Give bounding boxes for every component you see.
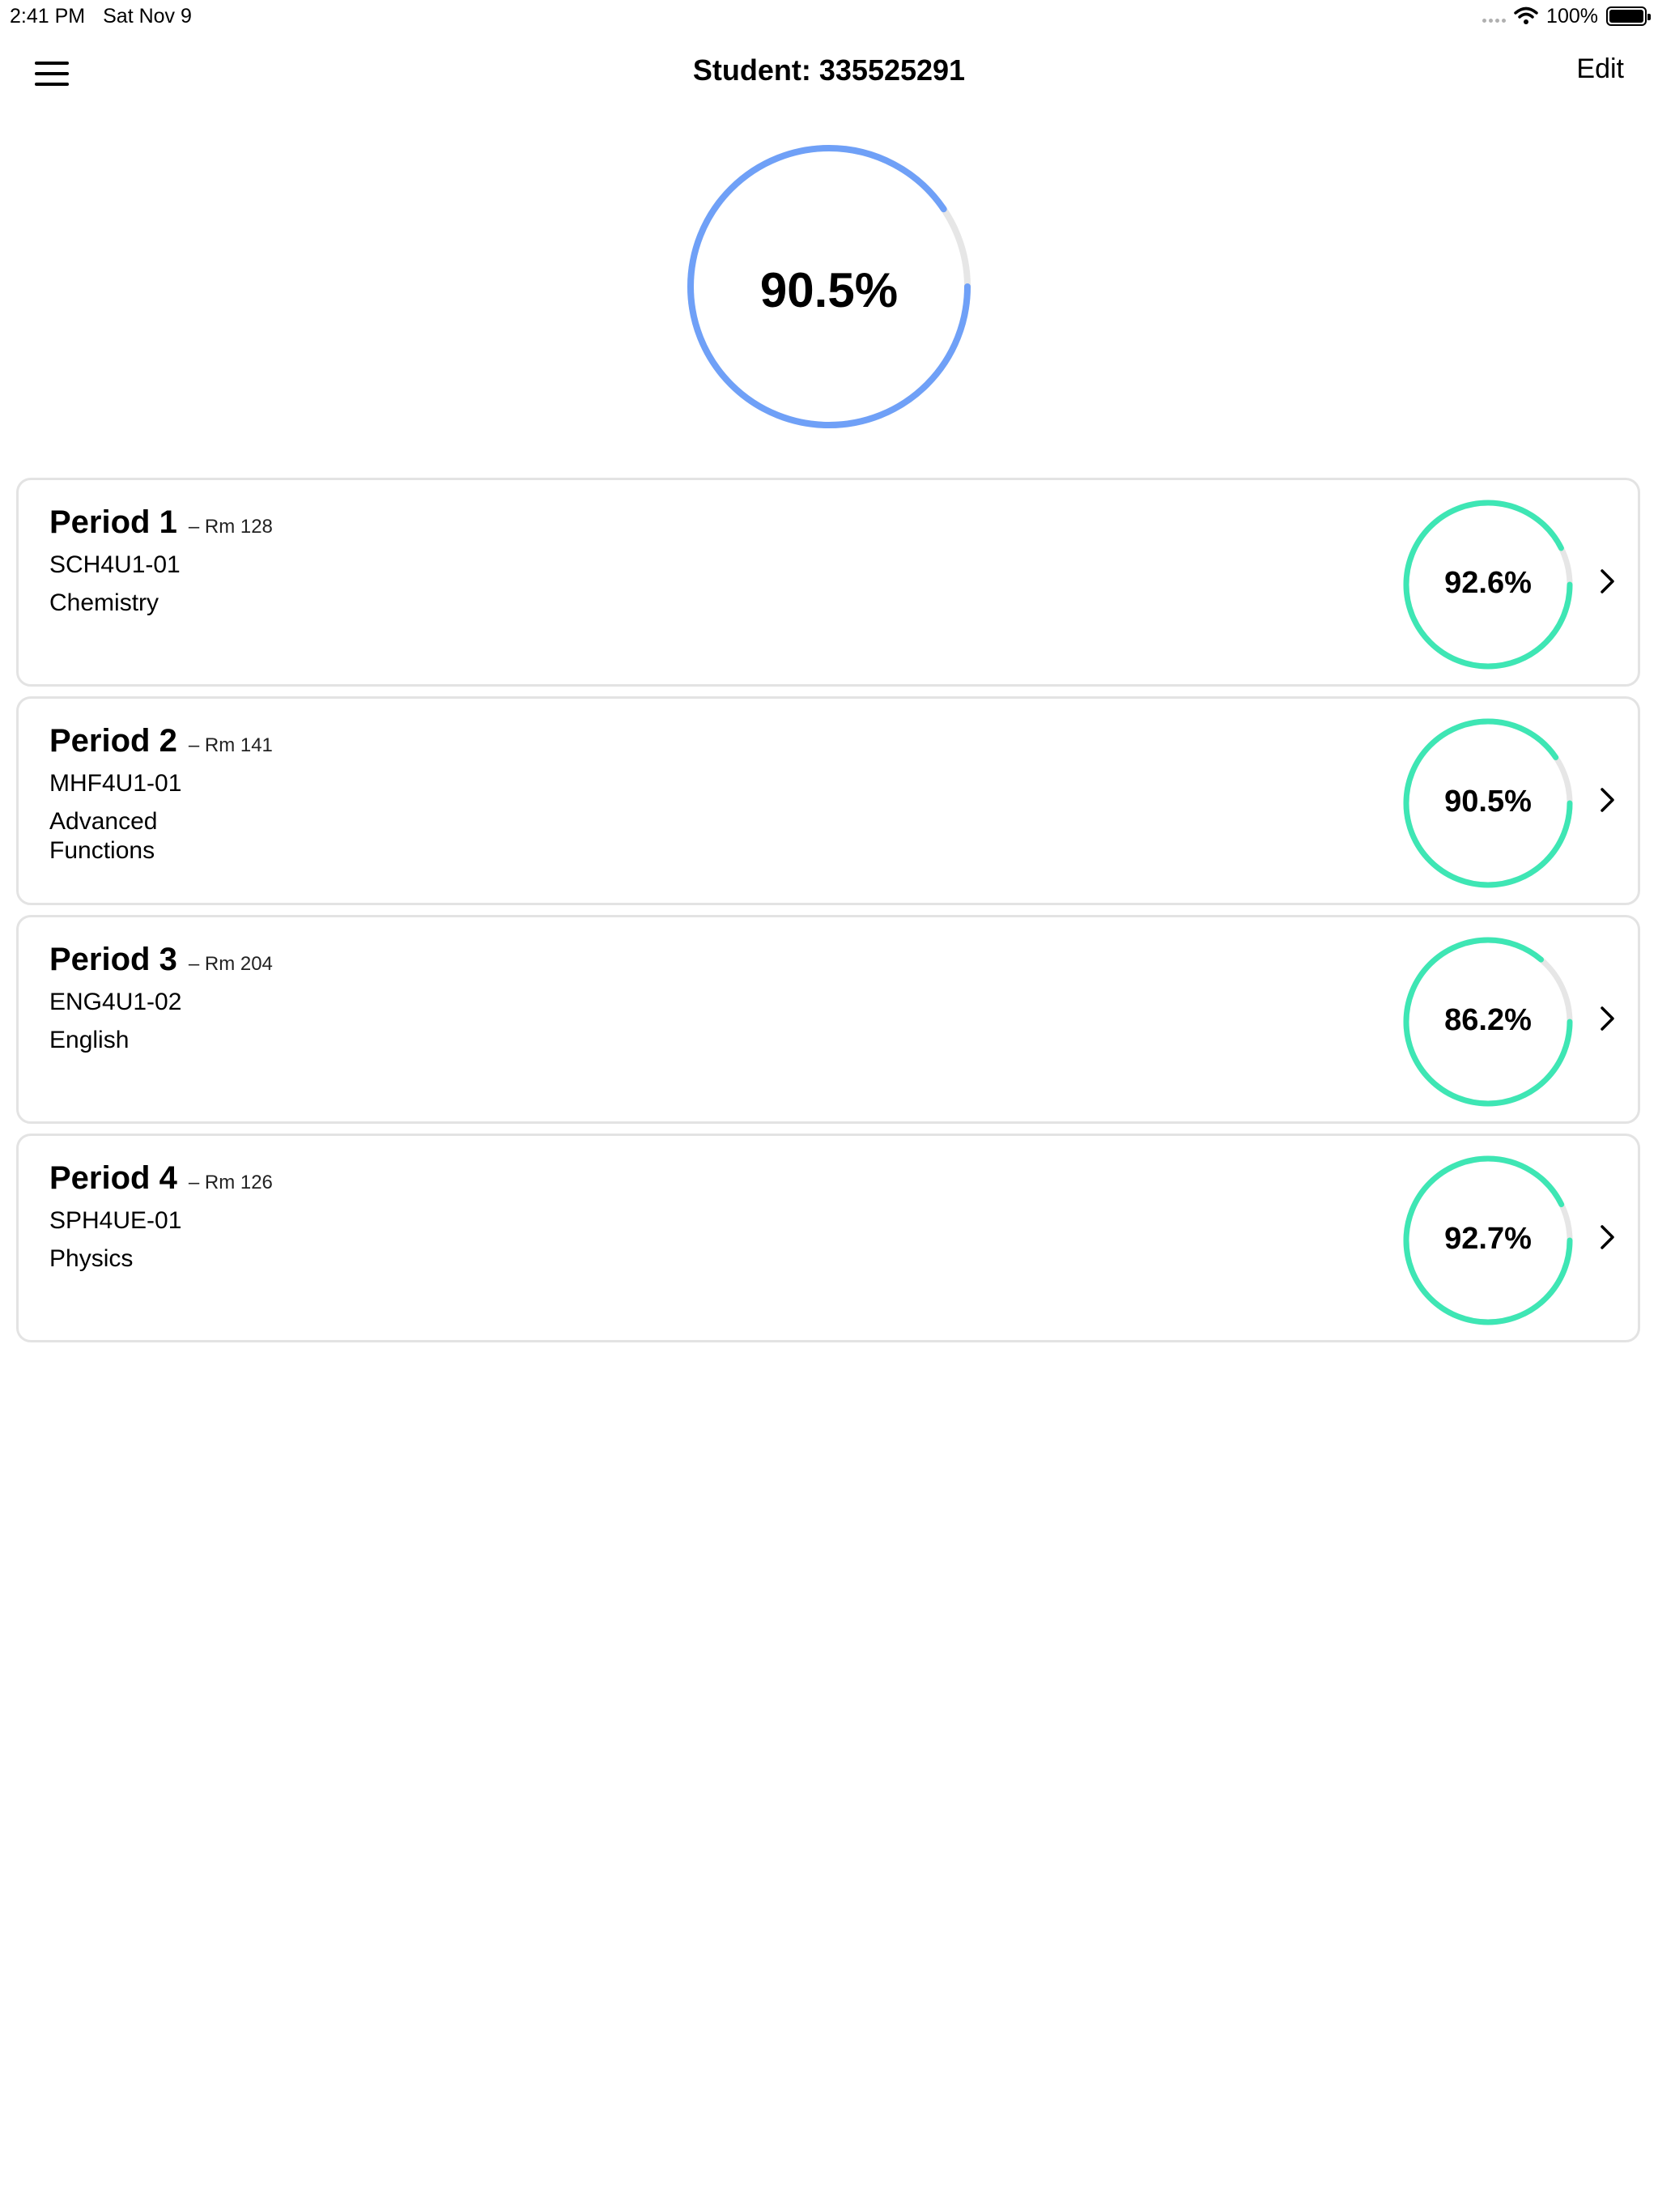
period-room: – Rm 128 (188, 516, 273, 538)
signal-dots-icon (1482, 0, 1507, 32)
period-title: Period 2 (49, 723, 177, 759)
chevron-right-icon[interactable] (1599, 786, 1617, 814)
status-left: 2:41 PM Sat Nov 9 (10, 0, 192, 32)
period-mark-value: 86.2% (1444, 1003, 1532, 1037)
course-name: Physics (49, 1245, 134, 1272)
period-title: Period 4 (49, 1160, 177, 1196)
course-name: English (49, 1027, 130, 1053)
period-card-1[interactable]: Period 1 – Rm 128 SCH4U1-01 Chemistry 92… (16, 478, 1640, 687)
course-code: SPH4UE-01 (49, 1207, 182, 1234)
period-mark-ring: 92.7% (1401, 1154, 1575, 1327)
course-code: ENG4U1-02 (49, 989, 182, 1015)
overall-average-ring: 90.5% (685, 143, 973, 431)
status-time: 2:41 PM (10, 5, 86, 28)
course-name: Chemistry (49, 589, 159, 616)
period-heading: Period 1 – Rm 128 (49, 504, 273, 541)
chevron-right-icon[interactable] (1599, 568, 1617, 595)
period-mark-ring: 90.5% (1401, 717, 1575, 890)
period-list: Period 1 – Rm 128 SCH4U1-01 Chemistry 92… (16, 478, 1640, 1352)
status-bar: 2:41 PM Sat Nov 9 100% (0, 0, 1658, 32)
course-code: SCH4U1-01 (49, 551, 181, 578)
battery-icon (1606, 6, 1651, 26)
status-right: 100% (1482, 0, 1651, 32)
navigation-bar: Student: 335525291 Edit (0, 32, 1658, 113)
period-mark-value: 92.7% (1444, 1222, 1532, 1256)
period-mark-value: 90.5% (1444, 785, 1532, 819)
wifi-icon (1514, 6, 1538, 24)
period-card-3[interactable]: Period 3 – Rm 204 ENG4U1-02 English 86.2… (16, 915, 1640, 1124)
period-card-4[interactable]: Period 4 – Rm 126 SPH4UE-01 Physics 92.7… (16, 1134, 1640, 1342)
course-name: Advanced Functions (49, 808, 158, 864)
period-room: – Rm 126 (188, 1172, 273, 1193)
period-mark-value: 92.6% (1444, 566, 1532, 600)
page-title: Student: 335525291 (692, 53, 966, 87)
period-mark-ring: 92.6% (1401, 498, 1575, 671)
battery-percent: 100% (1546, 5, 1598, 28)
status-date: Sat Nov 9 (103, 5, 192, 28)
period-title: Period 1 (49, 504, 177, 540)
period-card-2[interactable]: Period 2 – Rm 141 MHF4U1-01 Advanced Fun… (16, 696, 1640, 905)
period-heading: Period 2 – Rm 141 (49, 723, 273, 759)
period-heading: Period 3 – Rm 204 (49, 942, 273, 978)
chevron-right-icon[interactable] (1599, 1223, 1617, 1251)
course-code: MHF4U1-01 (49, 770, 182, 797)
period-room: – Rm 204 (188, 953, 273, 975)
chevron-right-icon[interactable] (1599, 1005, 1617, 1032)
edit-button[interactable]: Edit (1576, 53, 1624, 85)
period-mark-ring: 86.2% (1401, 935, 1575, 1108)
overall-average-value: 90.5% (759, 263, 899, 317)
period-title: Period 3 (49, 942, 177, 977)
period-heading: Period 4 – Rm 126 (49, 1160, 273, 1197)
period-room: – Rm 141 (188, 734, 273, 756)
